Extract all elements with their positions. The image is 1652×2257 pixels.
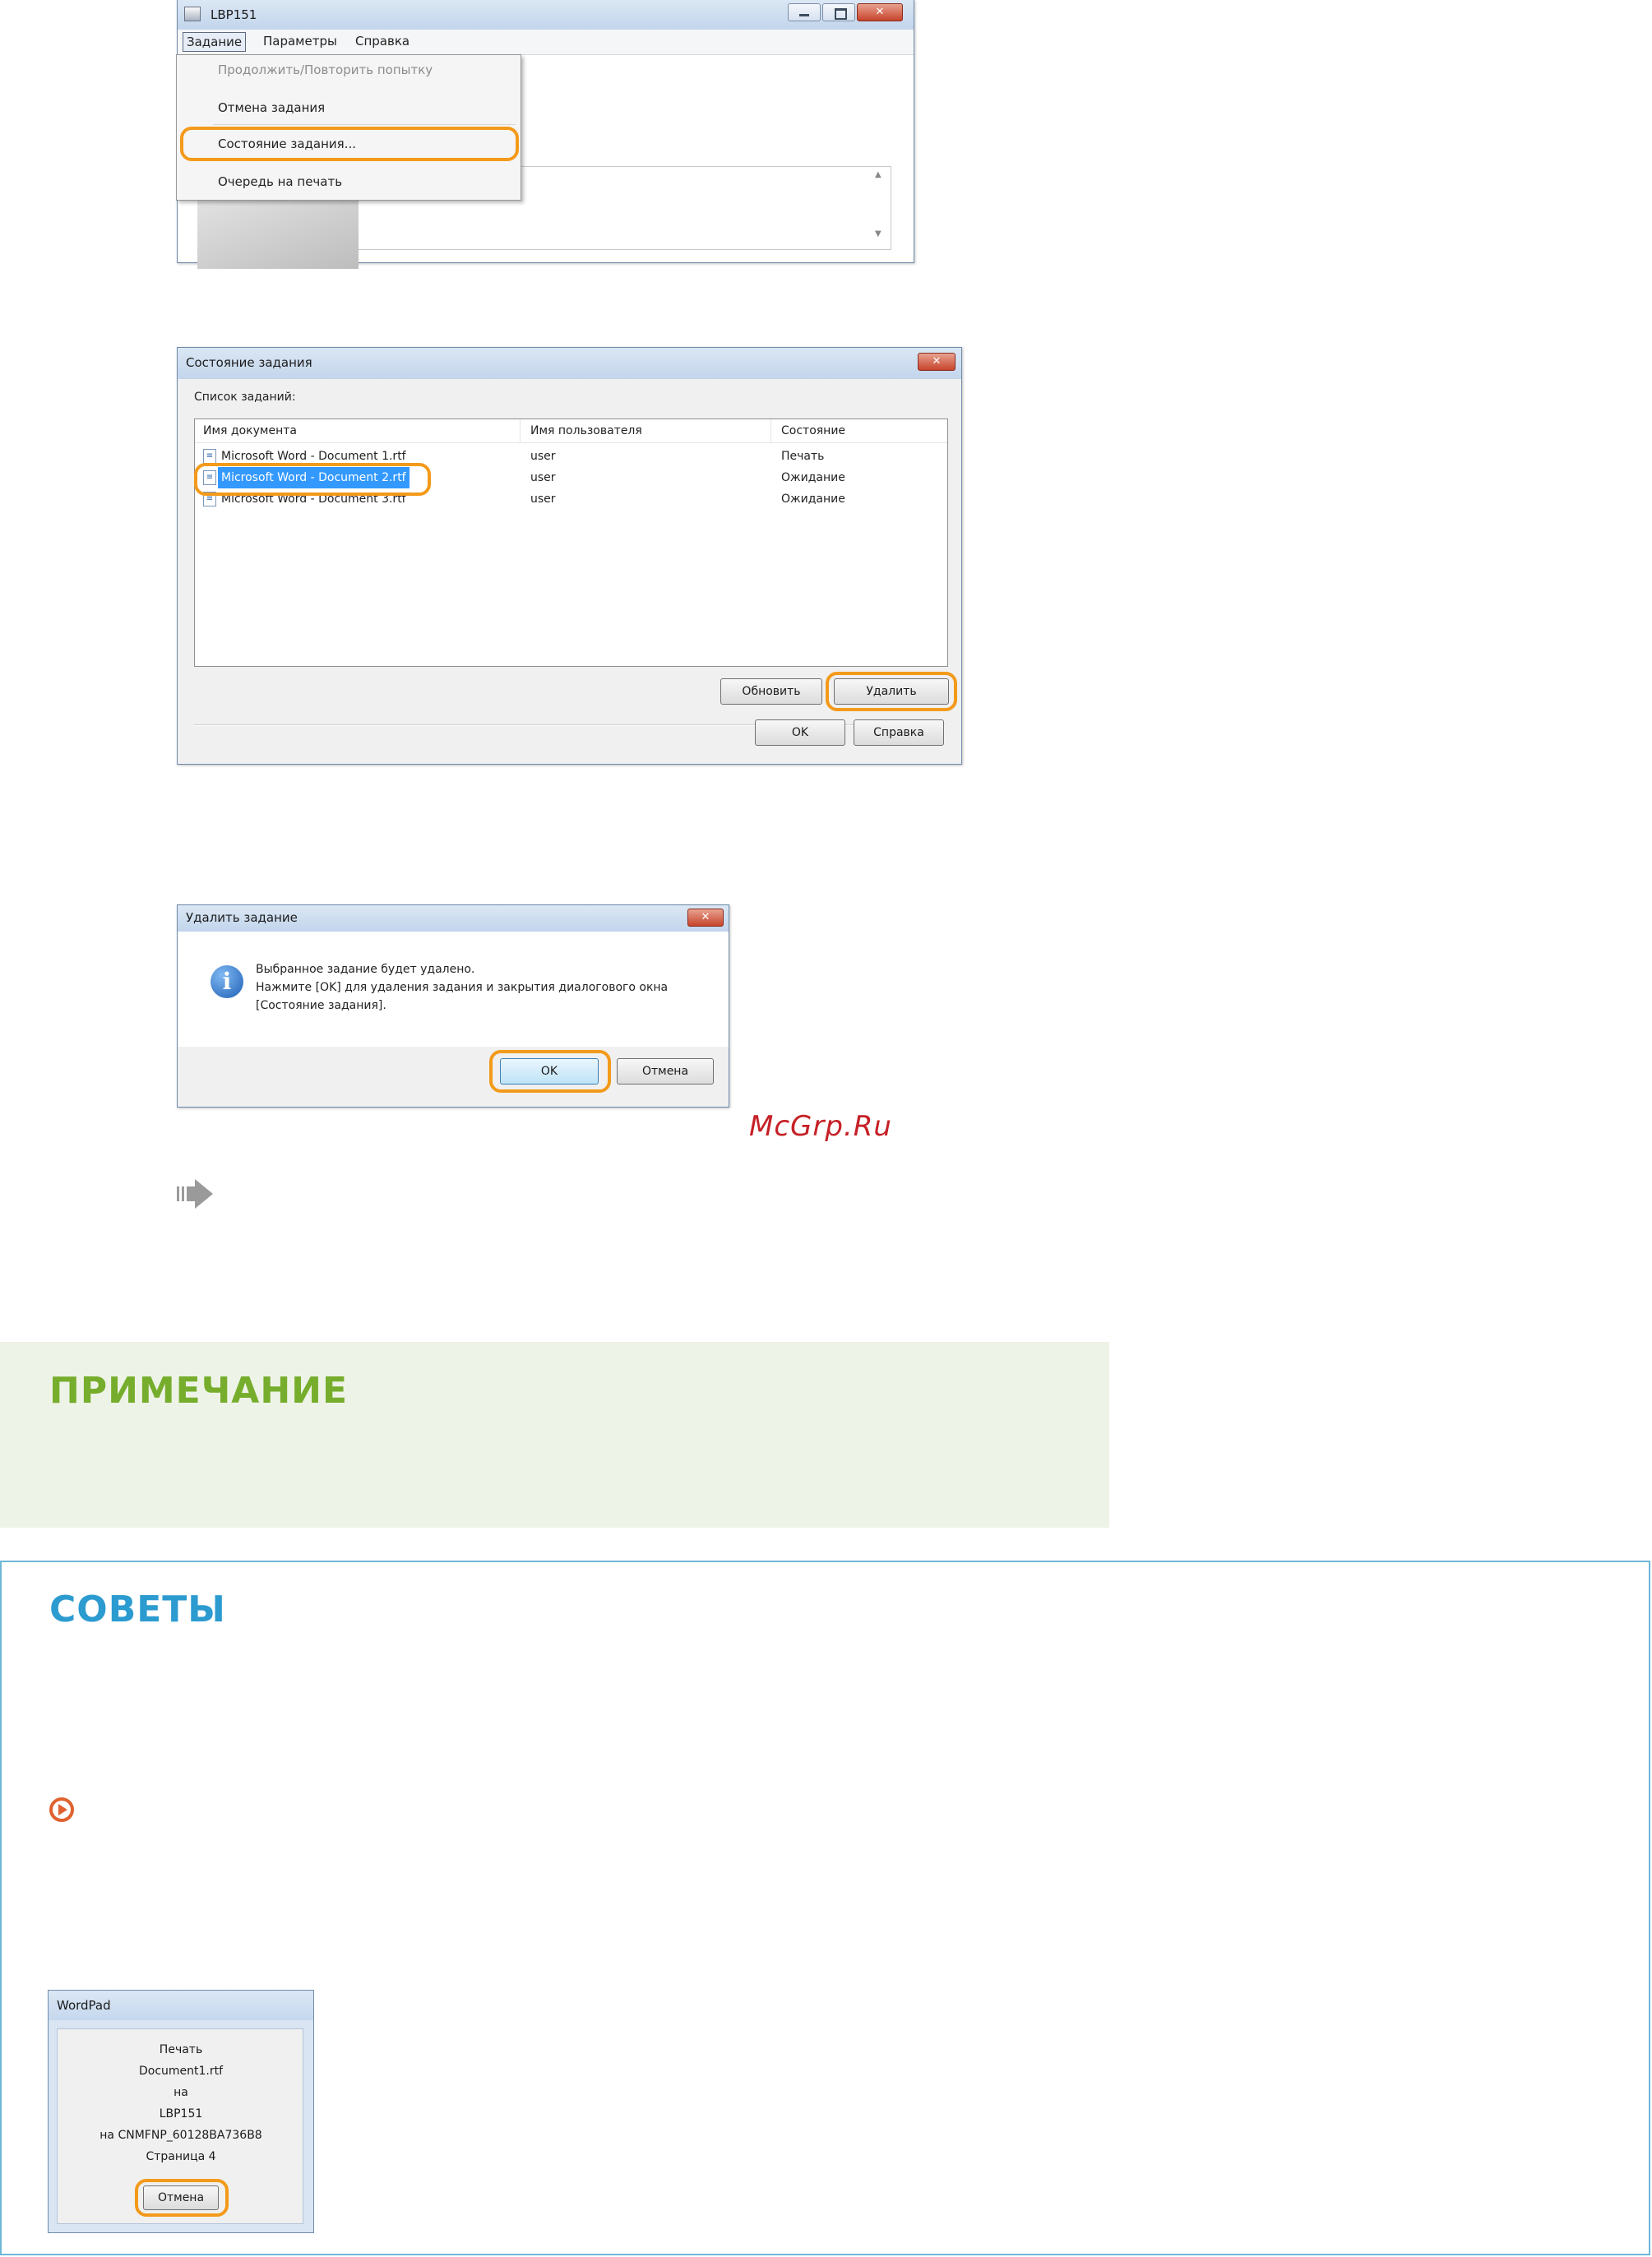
job-menu-dropdown: Продолжить/Повторить попытку Отмена зада… <box>176 54 521 201</box>
highlight-delete-button <box>826 672 957 711</box>
help-button[interactable]: Справка <box>854 719 944 746</box>
status-line: Печать <box>159 2043 203 2056</box>
highlight-selected-job <box>194 463 431 496</box>
highlight-cancel-button <box>135 2179 229 2217</box>
row-user: user <box>530 450 556 463</box>
refresh-button[interactable]: Обновить <box>720 678 822 705</box>
note-title: ПРИМЕЧАНИЕ <box>49 1370 349 1412</box>
watermark: McGrp.Ru <box>749 1110 892 1143</box>
scroll-up-icon[interactable]: ▲ <box>875 170 882 179</box>
highlight-ok-button <box>489 1050 611 1093</box>
arrow-right-icon <box>177 1179 213 1209</box>
dialog-close-button[interactable]: ✕ <box>687 909 724 927</box>
dialog-title: WordPad <box>57 1998 111 2013</box>
info-icon: i <box>211 965 243 998</box>
row-user: user <box>530 471 556 484</box>
menu-help[interactable]: Справка <box>352 32 413 50</box>
status-line: LBP151 <box>159 2107 203 2121</box>
tips-title: СОВЕТЫ <box>49 1589 226 1630</box>
delete-job-dialog: Удалить задание ✕ i Выбранное задание бу… <box>177 904 729 1108</box>
job-status-dialog: Состояние задания ✕ Список заданий: Имя … <box>177 347 962 765</box>
column-header-status[interactable]: Состояние <box>781 419 845 442</box>
message-line-1: Выбранное задание будет удалено. <box>256 963 475 976</box>
menu-item-cancel-job[interactable]: Отмена задания <box>218 98 325 118</box>
job-list-label: Список заданий: <box>194 391 296 404</box>
dialog-title: Состояние задания <box>186 355 312 370</box>
link-arrow-icon[interactable] <box>49 1797 74 1822</box>
row-user: user <box>530 493 556 506</box>
message-line-2: Нажмите [OK] для удаления задания и закр… <box>256 981 669 994</box>
menu-bar: Задание Параметры Справка <box>178 30 914 55</box>
message-line-3: [Состояние задания]. <box>256 999 386 1012</box>
row-status: Печать <box>781 450 825 463</box>
menu-item-print-queue[interactable]: Очередь на печать <box>218 172 342 192</box>
wordpad-print-dialog: WordPad Печать Document1.rtf на LBP151 н… <box>48 1990 314 2233</box>
dialog-content: Печать Document1.rtf на LBP151 на CNMFNP… <box>57 2028 303 2224</box>
minimize-button[interactable] <box>788 3 821 21</box>
column-divider <box>770 419 771 442</box>
status-line: Страница 4 <box>146 2150 216 2163</box>
maximize-button[interactable] <box>822 3 855 21</box>
dialog-titlebar: Состояние задания ✕ <box>178 348 961 379</box>
menu-parameters[interactable]: Параметры <box>260 32 340 50</box>
printer-icon <box>184 7 201 21</box>
column-header-document[interactable]: Имя документа <box>203 419 297 442</box>
status-line: на CNMFNP_60128BA736B8 <box>99 2129 262 2142</box>
menu-item-resume[interactable]: Продолжить/Повторить попытку <box>218 60 433 80</box>
close-button[interactable]: ✕ <box>857 3 903 21</box>
row-status: Ожидание <box>781 471 845 484</box>
document-icon: ≡ <box>203 449 216 464</box>
dialog-close-button[interactable]: ✕ <box>918 353 956 371</box>
status-line: на <box>174 2086 188 2099</box>
printer-queue-window: LBP151 ✕ Задание Параметры Справка ▲ ▼ П… <box>176 0 914 269</box>
menu-job[interactable]: Задание <box>183 32 247 52</box>
status-line: Document1.rtf <box>138 2065 224 2078</box>
window-title: LBP151 <box>211 7 257 22</box>
job-list[interactable]: Имя документа Имя пользователя Состояние… <box>194 419 948 667</box>
cancel-button[interactable]: Отмена <box>617 1058 714 1085</box>
ok-button[interactable]: OK <box>755 719 845 746</box>
dialog-titlebar: WordPad <box>49 1991 313 2020</box>
row-status: Ожидание <box>781 493 845 506</box>
scroll-down-icon[interactable]: ▼ <box>875 229 882 238</box>
window-titlebar: LBP151 ✕ <box>178 0 914 30</box>
job-list-header: Имя документа Имя пользователя Состояние <box>195 419 947 443</box>
highlight-job-status <box>180 127 519 161</box>
column-divider <box>520 419 521 442</box>
dialog-title: Удалить задание <box>186 910 298 925</box>
column-header-user[interactable]: Имя пользователя <box>530 419 642 442</box>
dialog-titlebar: Удалить задание ✕ <box>178 905 729 932</box>
menu-separator <box>213 124 516 125</box>
